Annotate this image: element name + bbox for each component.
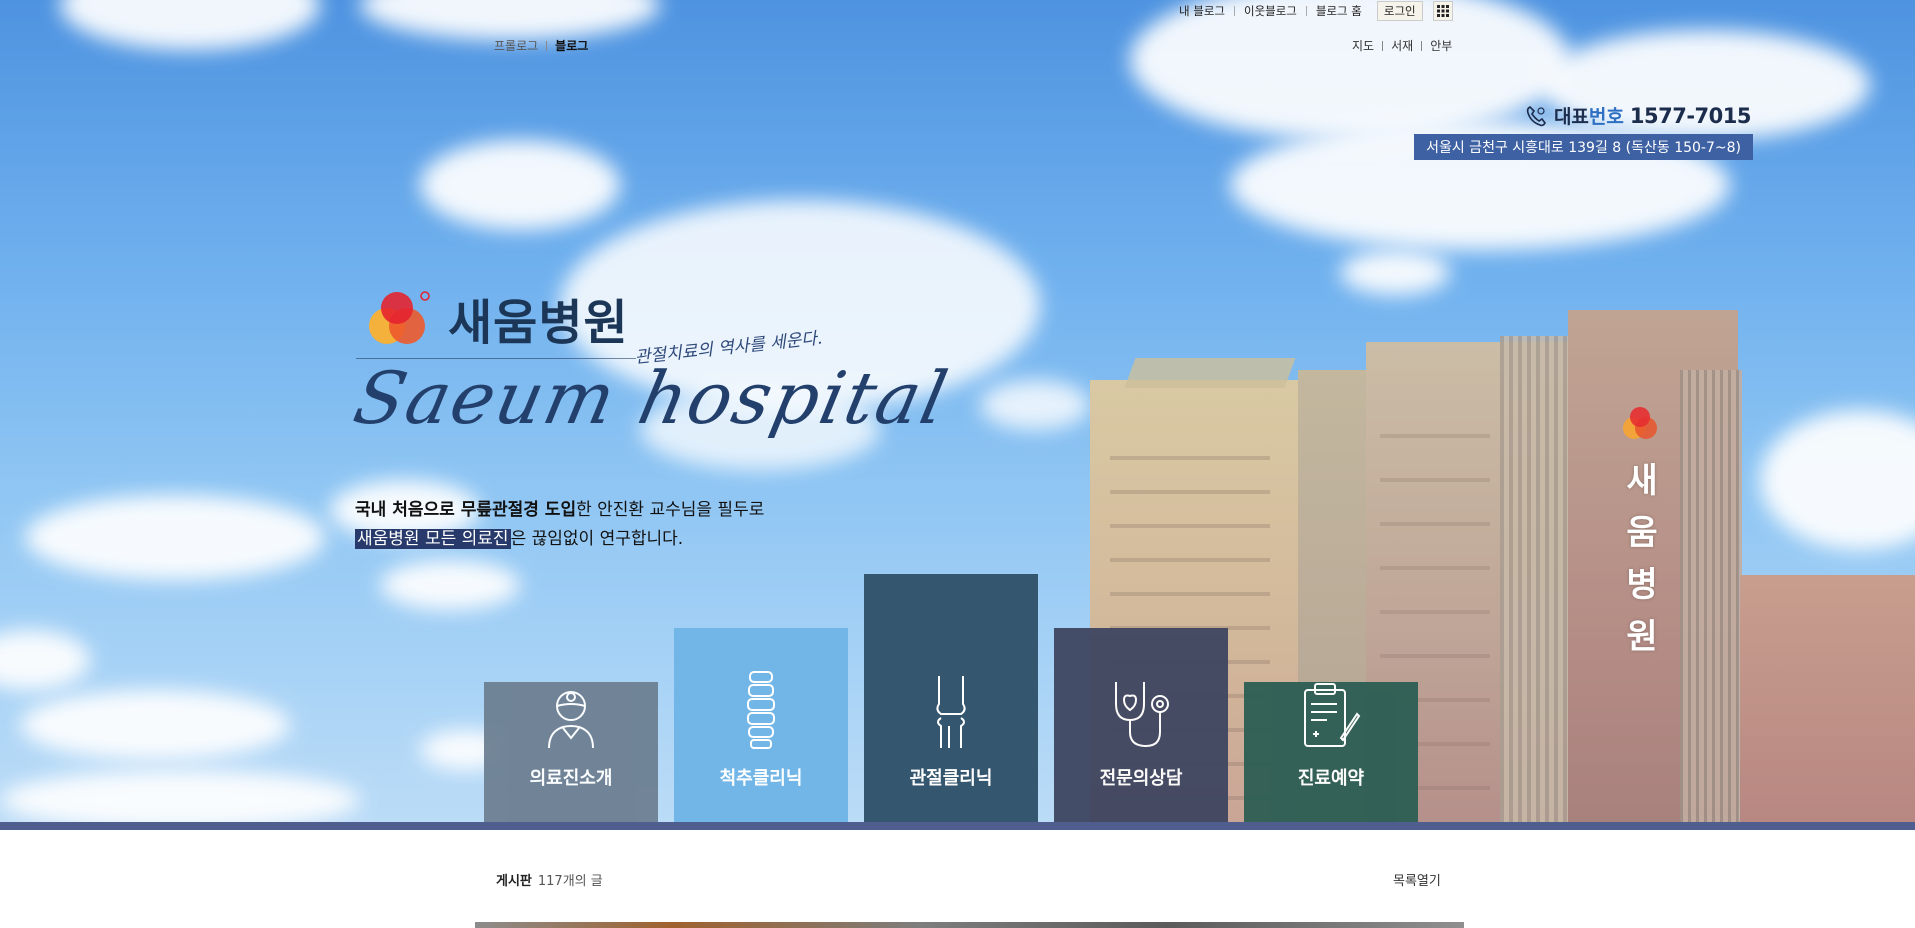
- hospital-description: 국내 처음으로 무릎관절경 도입한 안진환 교수님을 필두로 새움병원 모든 의…: [355, 500, 765, 549]
- phone-contact: 대표번호 1577-7015: [1524, 102, 1752, 129]
- open-list-button[interactable]: 목록열기: [1393, 870, 1441, 889]
- menu-tile-spine-clinic[interactable]: 척추클리닉: [674, 628, 848, 828]
- blog-tabs: 프롤로그 블로그: [494, 37, 588, 54]
- my-blog-link[interactable]: 내 블로그: [1170, 3, 1234, 19]
- menu-library[interactable]: 서재: [1391, 37, 1413, 54]
- blog-sub-menu: 지도 서재 안부: [1352, 37, 1452, 54]
- blog-header-banner: 새 움 병 원 내 블로그 이웃블로그 블로그 홈 로그인 프롤로그 블로그 지…: [0, 0, 1915, 830]
- board-title: 게시판: [496, 874, 532, 889]
- neighbor-blog-link[interactable]: 이웃블로그: [1235, 3, 1306, 19]
- tab-blog[interactable]: 블로그: [555, 37, 588, 54]
- stethoscope-icon: [1115, 682, 1169, 748]
- menu-tile-consultation[interactable]: 전문의상담: [1054, 628, 1228, 828]
- address-badge: 서울시 금천구 시흥대로 139길 8 (독산동 150-7~8): [1414, 134, 1753, 160]
- menu-tile-joint-clinic[interactable]: 관절클리닉: [864, 574, 1038, 828]
- board-header: 게시판 117개의 글: [496, 870, 603, 889]
- menu-label: 진료예약: [1297, 768, 1365, 789]
- tab-prologue[interactable]: 프롤로그: [494, 37, 538, 54]
- phone-icon: [1526, 105, 1546, 126]
- menu-map[interactable]: 지도: [1352, 37, 1374, 54]
- divider: [1382, 40, 1384, 51]
- menu-guestbook[interactable]: 안부: [1430, 37, 1452, 54]
- divider: [546, 40, 548, 51]
- cloud: [60, 0, 320, 50]
- post-count: 117개의 글: [537, 874, 603, 889]
- cloud: [0, 630, 90, 690]
- menu-label: 관절클리닉: [909, 768, 993, 789]
- building-sign-text: 새 움 병 원: [1626, 461, 1658, 657]
- cloud: [380, 560, 520, 610]
- divider: [1421, 40, 1423, 51]
- doctor-icon: [548, 691, 594, 749]
- post-thumbnail[interactable]: [475, 922, 1464, 928]
- grid-icon: [1436, 5, 1449, 17]
- menu-label: 척추클리닉: [719, 768, 803, 789]
- knee-joint-icon: [936, 676, 966, 748]
- app-menu-button[interactable]: [1432, 1, 1453, 21]
- hospital-name: 새움병원: [448, 295, 629, 351]
- login-button[interactable]: 로그인: [1376, 1, 1423, 21]
- hospital-script-logo: Saeum hospital: [347, 356, 956, 440]
- divider: [0, 822, 1915, 830]
- cloud: [1340, 250, 1450, 295]
- hospital-logo-icon: [369, 291, 430, 344]
- menu-tile-doctors[interactable]: 의료진소개: [484, 682, 658, 828]
- phone-number[interactable]: 1577-7015: [1630, 104, 1752, 128]
- cloud: [420, 140, 620, 230]
- phone-label: 대표번호: [1553, 106, 1624, 128]
- cloud: [360, 0, 660, 40]
- menu-label: 의료진소개: [529, 768, 613, 789]
- building-logo-icon: [1623, 407, 1657, 439]
- menu-tile-reservation[interactable]: 진료예약: [1244, 682, 1418, 828]
- cloud: [20, 690, 290, 760]
- clipboard-icon: [1304, 683, 1361, 747]
- cloud: [0, 770, 360, 830]
- cloud: [980, 380, 1090, 430]
- menu-label: 전문의상담: [1099, 768, 1183, 789]
- blog-utility-nav: 내 블로그 이웃블로그 블로그 홈 로그인: [1170, 0, 1453, 22]
- spine-icon: [747, 671, 775, 749]
- blog-home-link[interactable]: 블로그 홈: [1307, 3, 1371, 19]
- cloud: [25, 495, 325, 580]
